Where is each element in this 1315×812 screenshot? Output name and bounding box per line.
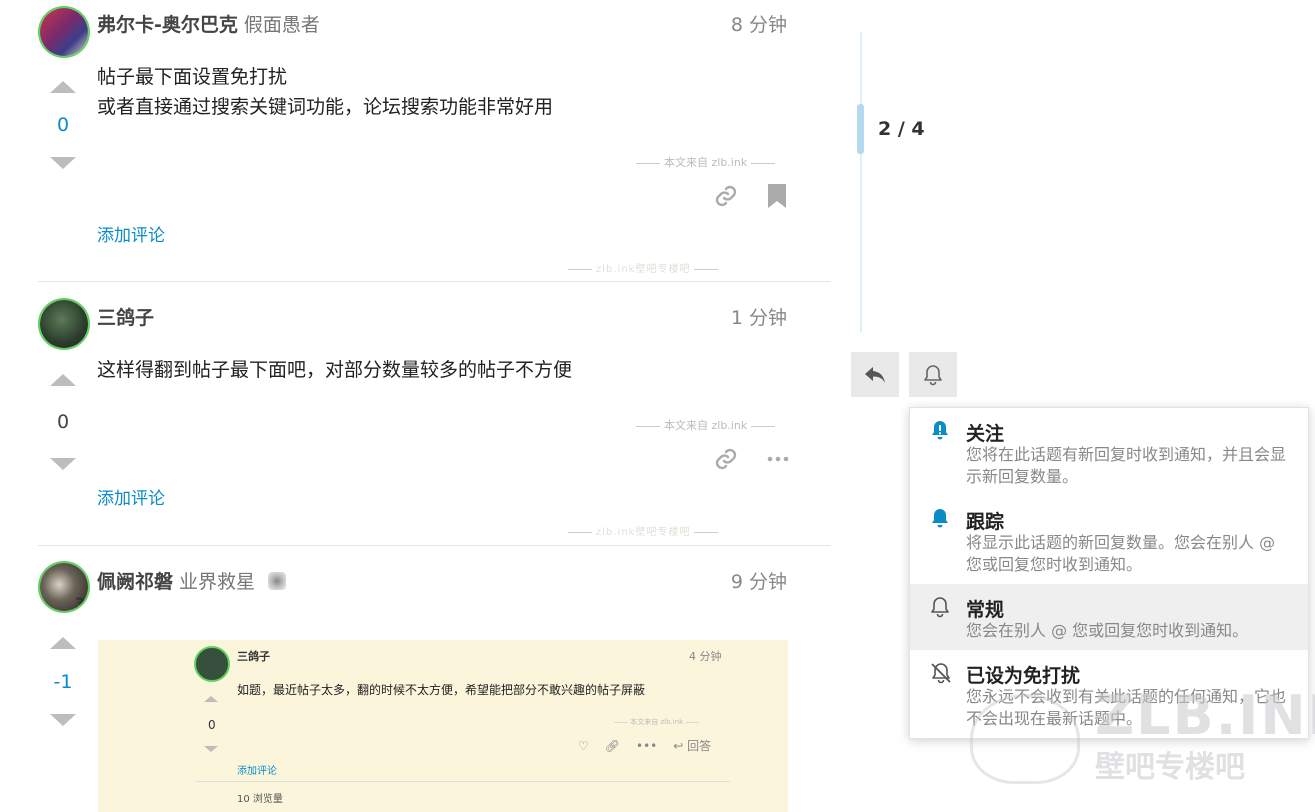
post-body: 这样得翻到帖子最下面吧，对部分数量较多的帖子不方便 <box>97 355 572 385</box>
watermark-line-1: ZLB.INK <box>1095 684 1315 747</box>
post-body: 帖子最下面设置免打扰 或者直接通过搜索关键词功能，论坛搜索功能非常好用 <box>97 62 553 122</box>
option-title: 关注 <box>966 423 1005 445</box>
username[interactable]: 佩阙祁磐 业界救星 <box>97 567 286 594</box>
quoted-downvote-icon <box>204 746 218 752</box>
bookmark-icon[interactable] <box>767 183 787 214</box>
username[interactable]: 弗尔卡-奥尔巴克 假面愚者 <box>97 10 320 37</box>
footer-watermark: zlb.ink壁吧专楼吧 <box>564 523 722 538</box>
avatar[interactable] <box>38 6 90 58</box>
avatar[interactable]: 2 <box>38 298 90 350</box>
option-title: 跟踪 <box>966 511 1005 533</box>
user-flair-icon <box>267 572 286 590</box>
link-icon: 🔗︎ <box>604 739 620 753</box>
username[interactable]: 三鸽子 <box>97 303 154 330</box>
quoted-watermark: —— 本文来自 zlb.ink —— <box>614 718 700 726</box>
post-1: 弗尔卡-奥尔巴克 假面愚者 8 分钟 0 帖子最下面设置免打扰 或者直接通过搜索关… <box>38 0 831 283</box>
quoted-time: 4 分钟 <box>689 650 722 663</box>
heart-icon: ♡ <box>578 739 589 753</box>
quoted-avatar <box>194 646 230 682</box>
upvote-button[interactable] <box>50 81 76 93</box>
timeline-track[interactable] <box>860 32 862 332</box>
quoted-text: 如题，最近帖子太多，翻的时候不太方便，希望能把部分不敢兴趣的帖子屏蔽 <box>237 683 646 697</box>
post-time[interactable]: 1 分钟 <box>731 303 787 330</box>
post-line: 这样得翻到帖子最下面吧，对部分数量较多的帖子不方便 <box>97 359 573 381</box>
option-title: 常规 <box>966 599 1005 621</box>
reply-icon: ↩ 回答 <box>673 739 712 753</box>
embedded-screenshot: 三鸽子 4 分钟 如题，最近帖子太多，翻的时候不太方便，希望能把部分不敢兴趣的帖… <box>98 640 788 812</box>
site-watermark: ZLB.INK 壁吧专楼吧 <box>970 684 1315 794</box>
link-icon[interactable] <box>714 447 738 476</box>
post-divider <box>38 545 831 546</box>
link-icon[interactable] <box>714 184 738 213</box>
option-description: 将显示此话题的新回复数量。您会在别人 @ 您或回复您时收到通知。 <box>966 533 1276 574</box>
post-2: 2 三鸽子 1 分钟 0 这样得翻到帖子最下面吧，对部分数量较多的帖子不方便 本… <box>38 283 831 547</box>
notification-option-watching[interactable]: 关注 您将在此话题有新回复时收到通知，并且会显示新回复数量。 <box>910 408 1308 496</box>
downvote-button[interactable] <box>50 458 76 470</box>
upvote-button[interactable] <box>50 374 76 386</box>
post-line: 帖子最下面设置免打扰 <box>97 66 288 88</box>
source-watermark: 本文来自 zlb.ink <box>632 417 779 433</box>
footer-watermark: zlb.ink壁吧专楼吧 <box>564 260 722 275</box>
downvote-button[interactable] <box>50 714 76 726</box>
post-time[interactable]: 8 分钟 <box>731 10 787 37</box>
quoted-vote-count: 0 <box>208 718 216 732</box>
avatar[interactable]: 3 <box>38 561 90 613</box>
quoted-views: 10 浏览量 <box>237 794 283 805</box>
timeline-position: 2 / 4 <box>878 118 925 140</box>
bell-filled-icon <box>930 508 950 534</box>
user-title: 业界救星 <box>179 571 256 593</box>
post-line: 或者直接通过搜索关键词功能，论坛搜索功能非常好用 <box>97 96 554 118</box>
timeline-handle[interactable] <box>857 104 864 154</box>
bell-outline-icon <box>924 364 942 385</box>
quoted-upvote-icon <box>204 696 218 702</box>
notification-option-tracking[interactable]: 跟踪 将显示此话题的新回复数量。您会在别人 @ 您或回复您时收到通知。 <box>910 496 1308 584</box>
more-icon: ••• <box>636 739 658 753</box>
downvote-button[interactable] <box>50 157 76 169</box>
option-description: 您会在别人 @ 您或回复您时收到通知。 <box>966 621 1249 640</box>
reply-button[interactable] <box>851 352 899 397</box>
vote-count: 0 <box>56 411 70 433</box>
notification-level-button[interactable] <box>909 352 957 397</box>
option-description: 您将在此话题有新回复时收到通知，并且会显示新回复数量。 <box>966 445 1287 486</box>
reply-icon <box>865 366 885 383</box>
quoted-username: 三鸽子 <box>237 650 270 663</box>
avatar-badge: 3 <box>74 594 86 613</box>
user-title: 假面愚者 <box>243 14 320 36</box>
vote-count: -1 <box>53 671 73 693</box>
bell-slash-icon <box>930 662 952 688</box>
watermark-line-2: 壁吧专楼吧 <box>1095 750 1245 785</box>
avatar-badge: 2 <box>74 331 86 350</box>
quoted-add-comment: 添加评论 <box>237 766 277 777</box>
post-divider <box>38 281 831 282</box>
vote-count: 0 <box>56 114 70 136</box>
source-watermark: 本文来自 zlb.ink <box>632 154 779 170</box>
quoted-divider <box>196 781 730 782</box>
post-time[interactable]: 9 分钟 <box>731 567 787 594</box>
notification-option-regular[interactable]: 常规 您会在别人 @ 您或回复您时收到通知。 <box>910 584 1308 650</box>
quoted-actions: ♡ 🔗︎ ••• ↩ 回答 <box>578 737 743 754</box>
add-comment-link[interactable]: 添加评论 <box>97 221 165 246</box>
more-options-icon[interactable] <box>766 447 790 476</box>
bell-outline-icon <box>930 596 950 622</box>
bell-filled-icon <box>930 420 950 446</box>
mascot-watermark-icon <box>970 694 1080 784</box>
add-comment-link[interactable]: 添加评论 <box>97 484 165 509</box>
upvote-button[interactable] <box>50 637 76 649</box>
